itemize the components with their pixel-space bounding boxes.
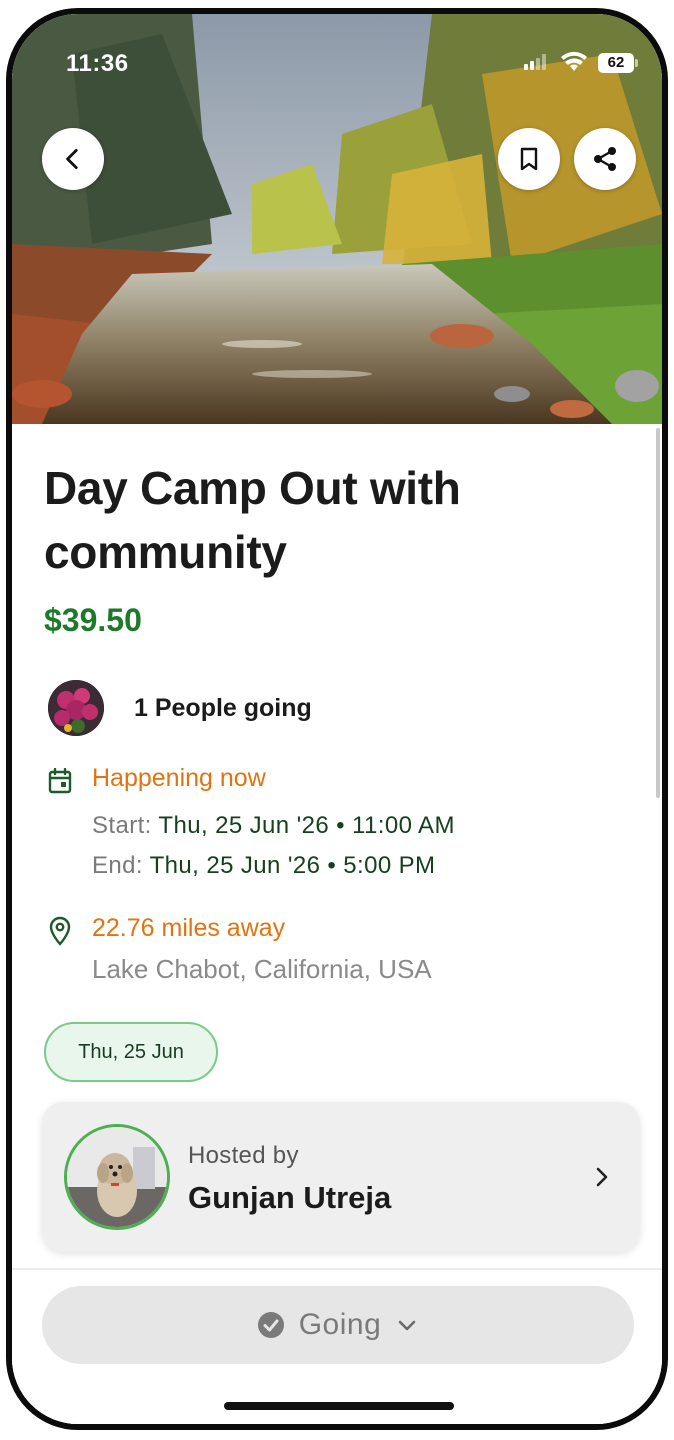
- host-name: Gunjan Utreja: [188, 1180, 392, 1215]
- phone-frame: 11:36 62 Day Camp Out with community $39…: [6, 8, 668, 1430]
- chevron-left-icon: [66, 148, 78, 170]
- end-value: Thu, 25 Jun '26 • 5:00 PM: [149, 852, 436, 879]
- status-time: 11:36: [66, 50, 129, 77]
- event-details: Day Camp Out with community $39.50 1 Peo…: [42, 424, 644, 1252]
- cellular-signal-icon: [524, 54, 546, 70]
- going-label: Going: [298, 1308, 382, 1341]
- bottom-action-bar: Going: [12, 1268, 662, 1424]
- back-button[interactable]: [42, 128, 104, 190]
- share-icon: [594, 147, 616, 171]
- going-button[interactable]: Going: [42, 1286, 634, 1364]
- bookmark-icon: [520, 147, 538, 171]
- start-time-row: Start: Thu, 25 Jun '26 • 11:00 AM: [92, 812, 455, 840]
- host-card[interactable]: Hosted by Gunjan Utreja: [42, 1102, 640, 1252]
- people-going-count: 1 People going: [134, 694, 312, 722]
- event-detail-screen: 11:36 62 Day Camp Out with community $39…: [12, 14, 662, 1424]
- chevron-down-icon: [398, 1320, 416, 1331]
- scrollbar[interactable]: [656, 428, 660, 798]
- status-bar: 11:36 62: [12, 50, 662, 80]
- start-label: Start:: [92, 812, 152, 839]
- attendee-avatar: [48, 680, 104, 736]
- start-value: Thu, 25 Jun '26 • 11:00 AM: [158, 812, 455, 839]
- event-title: Day Camp Out with community: [44, 462, 461, 578]
- event-status: Happening now: [92, 764, 266, 792]
- end-label: End:: [92, 852, 143, 879]
- hosted-by-label: Hosted by: [188, 1142, 299, 1169]
- host-avatar: [64, 1124, 170, 1230]
- chevron-right-icon: [596, 1167, 608, 1187]
- date-chip[interactable]: Thu, 25 Jun: [44, 1022, 218, 1082]
- battery-icon: 62: [598, 53, 638, 73]
- share-button[interactable]: [574, 128, 636, 190]
- location-pin-icon: [49, 916, 71, 946]
- wifi-icon: [561, 51, 587, 71]
- attendees-row[interactable]: 1 People going: [44, 680, 644, 736]
- check-circle-icon: [257, 1312, 284, 1338]
- location-address: Lake Chabot, California, USA: [92, 954, 432, 984]
- end-time-row: End: Thu, 25 Jun '26 • 5:00 PM: [92, 852, 435, 880]
- event-price: $39.50: [44, 602, 142, 638]
- calendar-icon: [48, 768, 72, 794]
- home-indicator[interactable]: [224, 1402, 454, 1410]
- bookmark-button[interactable]: [498, 128, 560, 190]
- distance-text: 22.76 miles away: [92, 914, 286, 942]
